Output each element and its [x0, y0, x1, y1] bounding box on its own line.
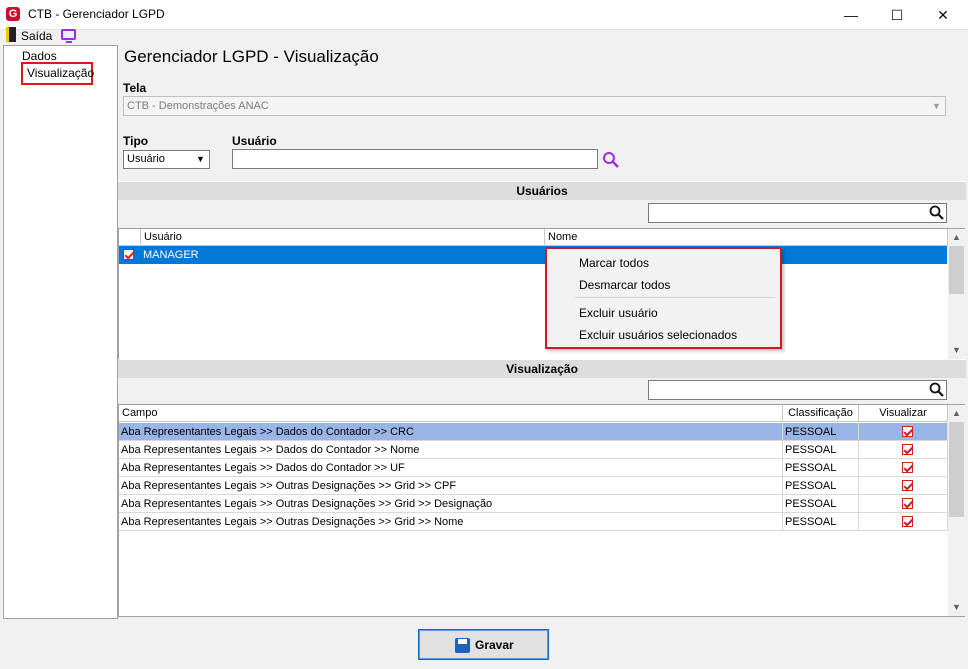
row-campo: Aba Representantes Legais >> Outras Desi…	[119, 495, 783, 513]
left-nav-tree	[3, 45, 118, 619]
row-checkbox[interactable]	[123, 249, 134, 260]
table-row[interactable]: MANAGER	[119, 246, 947, 264]
app-logo-icon: G	[6, 7, 20, 21]
grid-header-check	[119, 229, 141, 246]
nav-item-dados[interactable]: Dados	[22, 49, 57, 63]
row-campo: Aba Representantes Legais >> Dados do Co…	[119, 423, 783, 441]
grid-header-campo[interactable]: Campo	[119, 405, 783, 422]
chevron-down-icon[interactable]: ▼	[928, 97, 945, 115]
users-grid: Usuário Nome MANAGER ▲ ▼	[118, 228, 965, 360]
usuario-input[interactable]	[232, 149, 598, 169]
table-row[interactable]: Aba Representantes Legais >> Outras Desi…	[119, 513, 948, 531]
visual-scrollbar[interactable]: ▲ ▼	[948, 405, 965, 616]
visualizar-checkbox[interactable]	[902, 480, 913, 491]
scroll-up-icon[interactable]: ▲	[948, 229, 965, 246]
menu-item-excluir-usuario[interactable]: Excluir usuário	[579, 306, 658, 320]
tipo-label: Tipo	[123, 134, 149, 148]
context-menu: Marcar todos Desmarcar todos Excluir usu…	[545, 247, 782, 349]
menu-separator	[575, 297, 775, 298]
visual-filter-input[interactable]	[648, 380, 947, 400]
grid-header-usuario[interactable]: Usuário	[141, 229, 545, 246]
row-campo: Aba Representantes Legais >> Dados do Co…	[119, 459, 783, 477]
search-icon[interactable]	[929, 205, 945, 221]
scroll-up-icon[interactable]: ▲	[948, 405, 965, 422]
visualizar-checkbox[interactable]	[902, 498, 913, 509]
grid-header-nome[interactable]: Nome	[545, 229, 948, 246]
grid-header-visualizar[interactable]: Visualizar	[859, 405, 948, 422]
window-title: CTB - Gerenciador LGPD	[28, 7, 165, 21]
row-classificacao: PESSOAL	[783, 477, 859, 495]
minimize-button[interactable]: —	[828, 0, 874, 30]
monitor-icon[interactable]	[61, 29, 76, 43]
row-visualizar-cell	[859, 441, 948, 459]
chevron-down-icon[interactable]: ▼	[192, 151, 209, 168]
row-visualizar-cell	[859, 423, 948, 441]
visualizar-checkbox[interactable]	[902, 444, 913, 455]
row-classificacao: PESSOAL	[783, 513, 859, 531]
search-icon[interactable]	[929, 382, 945, 398]
visual-section-header: Visualização	[118, 359, 966, 378]
scroll-down-icon[interactable]: ▼	[948, 599, 965, 616]
users-section-header: Usuários	[118, 181, 966, 200]
floppy-disk-icon	[455, 638, 470, 653]
users-scrollbar[interactable]: ▲ ▼	[948, 229, 965, 359]
visualizar-checkbox[interactable]	[902, 462, 913, 473]
row-visualizar-cell	[859, 477, 948, 495]
visualizar-checkbox[interactable]	[902, 516, 913, 527]
row-classificacao: PESSOAL	[783, 423, 859, 441]
scroll-thumb[interactable]	[949, 422, 964, 517]
exit-button[interactable]: Saída	[21, 29, 52, 43]
menu-item-marcar-todos[interactable]: Marcar todos	[579, 256, 649, 270]
tela-label: Tela	[123, 81, 147, 95]
grid-header-classificacao[interactable]: Classificação	[783, 405, 859, 422]
page-title: Gerenciador LGPD - Visualização	[124, 47, 379, 66]
row-campo: Aba Representantes Legais >> Outras Desi…	[119, 513, 783, 531]
table-row[interactable]: Aba Representantes Legais >> Dados do Co…	[119, 441, 948, 459]
visual-grid: Campo Classificação Visualizar Aba Repre…	[118, 404, 965, 617]
usuario-label: Usuário	[232, 134, 277, 148]
scroll-thumb[interactable]	[949, 246, 964, 294]
save-button[interactable]: Gravar	[418, 629, 549, 660]
tela-select[interactable]: CTB - Demonstrações ANAC	[123, 96, 946, 116]
row-campo: Aba Representantes Legais >> Dados do Co…	[119, 441, 783, 459]
row-classificacao: PESSOAL	[783, 441, 859, 459]
row-visualizar-cell	[859, 513, 948, 531]
users-filter-input[interactable]	[648, 203, 947, 223]
row-usuario: MANAGER	[143, 249, 199, 261]
row-classificacao: PESSOAL	[783, 495, 859, 513]
table-row[interactable]: Aba Representantes Legais >> Dados do Co…	[119, 459, 948, 477]
row-visualizar-cell	[859, 459, 948, 477]
scroll-down-icon[interactable]: ▼	[948, 342, 965, 359]
search-icon[interactable]	[602, 151, 620, 169]
exit-door-icon[interactable]	[6, 27, 16, 42]
row-campo: Aba Representantes Legais >> Outras Desi…	[119, 477, 783, 495]
table-row[interactable]: Aba Representantes Legais >> Dados do Co…	[119, 423, 948, 441]
nav-item-visualizacao[interactable]: Visualização	[21, 62, 94, 85]
row-classificacao: PESSOAL	[783, 459, 859, 477]
table-row[interactable]: Aba Representantes Legais >> Outras Desi…	[119, 477, 948, 495]
menu-item-excluir-selecionados[interactable]: Excluir usuários selecionados	[579, 328, 737, 342]
close-button[interactable]: ✕	[920, 0, 966, 30]
row-visualizar-cell	[859, 495, 948, 513]
maximize-button[interactable]: ☐	[874, 0, 920, 30]
save-button-label: Gravar	[475, 638, 514, 652]
menu-item-desmarcar-todos[interactable]: Desmarcar todos	[579, 278, 670, 292]
visualizar-checkbox[interactable]	[902, 426, 913, 437]
table-row[interactable]: Aba Representantes Legais >> Outras Desi…	[119, 495, 948, 513]
